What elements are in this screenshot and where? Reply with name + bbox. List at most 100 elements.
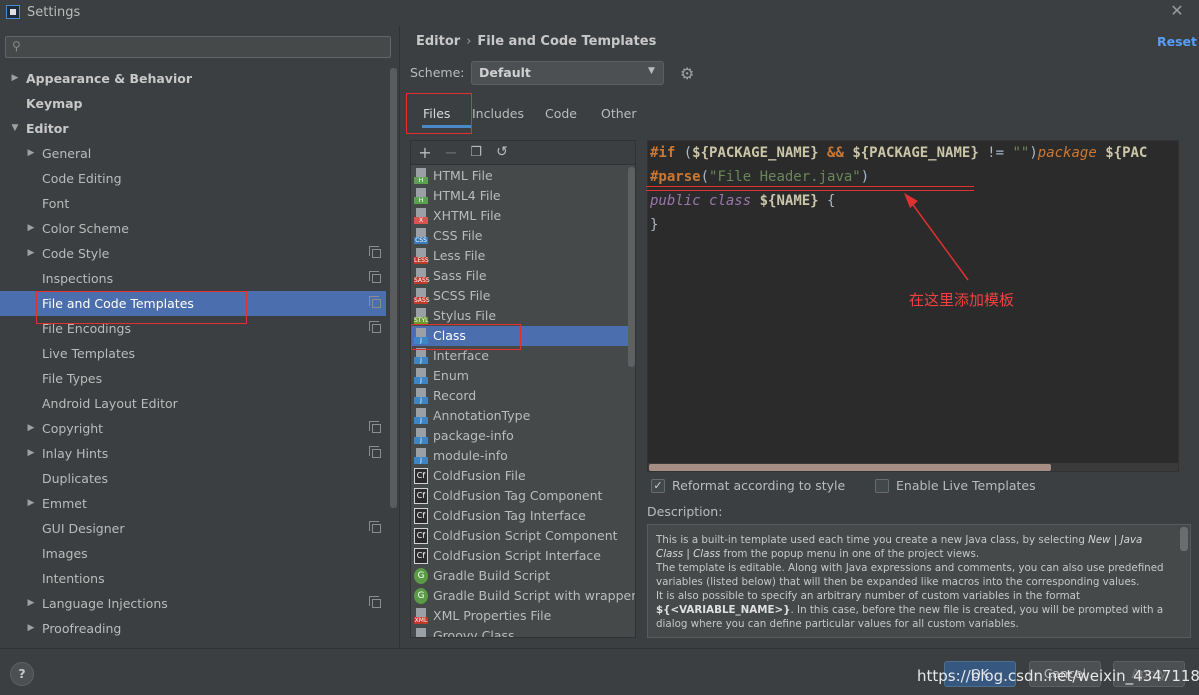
template-item-sass-file[interactable]: SASS Sass File [411, 266, 635, 286]
template-item-class[interactable]: J Class [411, 326, 635, 346]
live-templates-checkbox-label: Enable Live Templates [896, 478, 1036, 493]
template-list-scrollbar[interactable] [628, 167, 635, 367]
template-item-xhtml-file[interactable]: X XHTML File [411, 206, 635, 226]
sidebar-item-editor[interactable]: ▼ Editor [0, 116, 386, 141]
template-item-enum[interactable]: J Enum [411, 366, 635, 386]
sidebar-item-language-injections[interactable]: ▶ Language Injections [0, 591, 386, 616]
project-scope-icon [369, 446, 381, 458]
template-item-coldfusion-tag-interface[interactable]: Cf ColdFusion Tag Interface [411, 506, 635, 526]
description-scrollbar[interactable] [1180, 527, 1188, 551]
settings-sidebar: ⚲ ▶ Appearance & Behavior Keymap ▼ Editor ▶ Ge… [0, 26, 400, 648]
sidebar-item-color-scheme[interactable]: ▶ Color Scheme [0, 216, 386, 241]
template-item-module-info[interactable]: Jmodule-info [411, 446, 635, 466]
sidebar-item-live-templates[interactable]: Live Templates [0, 341, 386, 366]
settings-search-box[interactable]: ⚲ [5, 36, 391, 58]
template-item-css-file[interactable]: CSS CSS File [411, 226, 635, 246]
sidebar-item-file-types[interactable]: File Types [0, 366, 386, 391]
template-list-toolbar: + − ❐ ↺ [411, 141, 635, 165]
sidebar-item-keymap[interactable]: Keymap [0, 91, 386, 116]
description-label: Description: [647, 504, 723, 519]
sidebar-item-code-editing[interactable]: Code Editing [0, 166, 386, 191]
less-file-icon: LESS [414, 248, 429, 264]
reset-button[interactable]: Reset [1157, 34, 1197, 49]
expand-right-icon[interactable]: ▶ [26, 616, 36, 641]
sidebar-item-gui-designer[interactable]: GUI Designer [0, 516, 386, 541]
code-line-1: #if (${PACKAGE_NAME} && ${PACKAGE_NAME} … [650, 145, 1148, 161]
project-scope-icon [369, 421, 381, 433]
template-item-coldfusion-script-component[interactable]: Cf ColdFusion Script Component [411, 526, 635, 546]
sidebar-item-inspections[interactable]: Inspections [0, 266, 386, 291]
expand-right-icon[interactable]: ▶ [26, 441, 36, 466]
reformat-checkbox-box[interactable]: ✓ [651, 479, 665, 493]
sidebar-item-images[interactable]: Images [0, 541, 386, 566]
copy-icon[interactable]: ❐ [468, 145, 484, 160]
sidebar-item-label: General [42, 146, 92, 161]
sidebar-item-label: Appearance & Behavior [26, 71, 192, 86]
template-item-groovy-class[interactable]: G Groovy Class [411, 626, 635, 637]
template-item-gradle-build-script-with-wrapper[interactable]: G Gradle Build Script with wrapper [411, 586, 635, 606]
template-item-stylus-file[interactable]: STYL Stylus File [411, 306, 635, 326]
project-scope-icon [369, 271, 381, 283]
expand-right-icon[interactable]: ▶ [10, 66, 20, 91]
template-item-package-info[interactable]: Jpackage-info [411, 426, 635, 446]
tab-includes[interactable]: Includes [472, 106, 524, 121]
sidebar-item-inlay-hints[interactable]: ▶ Inlay Hints [0, 441, 386, 466]
gear-icon[interactable]: ⚙ [680, 64, 694, 83]
template-item-annotationtype[interactable]: J AnnotationType [411, 406, 635, 426]
sidebar-item-duplicates[interactable]: Duplicates [0, 466, 386, 491]
template-item-scss-file[interactable]: SASS SCSS File [411, 286, 635, 306]
expand-right-icon[interactable]: ▶ [26, 416, 36, 441]
expand-down-icon[interactable]: ▼ [10, 116, 20, 141]
sidebar-item-file-and-code-templates[interactable]: File and Code Templates [0, 291, 386, 316]
coldfusion-file-icon: Cf [414, 548, 428, 564]
template-item-coldfusion-script-interface[interactable]: Cf ColdFusion Script Interface [411, 546, 635, 566]
intellij-app-icon [6, 5, 20, 19]
sidebar-item-file-encodings[interactable]: File Encodings [0, 316, 386, 341]
sidebar-item-emmet[interactable]: ▶ Emmet [0, 491, 386, 516]
template-item-label: Stylus File [433, 308, 497, 323]
sidebar-item-label: Keymap [26, 96, 83, 111]
editor-horizontal-scrollbar[interactable] [649, 464, 1051, 471]
template-item-label: ColdFusion Tag Component [433, 488, 603, 503]
template-item-label: CSS File [433, 228, 483, 243]
template-item-record[interactable]: J Record [411, 386, 635, 406]
expand-right-icon[interactable]: ▶ [26, 141, 36, 166]
expand-right-icon[interactable]: ▶ [26, 591, 36, 616]
template-item-coldfusion-tag-component[interactable]: Cf ColdFusion Tag Component [411, 486, 635, 506]
sidebar-item-font[interactable]: Font [0, 191, 386, 216]
template-item-coldfusion-file[interactable]: Cf ColdFusion File [411, 466, 635, 486]
tab-files[interactable]: Files [423, 106, 450, 121]
sidebar-item-label: Proofreading [42, 621, 122, 636]
tab-code[interactable]: Code [545, 106, 577, 121]
sidebar-item-label: File Types [42, 371, 103, 386]
template-item-html-file[interactable]: H HTML File [411, 166, 635, 186]
sidebar-item-proofreading[interactable]: ▶ Proofreading [0, 616, 386, 641]
sidebar-item-android-layout-editor[interactable]: Android Layout Editor [0, 391, 386, 416]
template-item-xml-properties-file[interactable]: XML XML Properties File [411, 606, 635, 626]
sidebar-item-code-style[interactable]: ▶ Code Style [0, 241, 386, 266]
template-item-interface[interactable]: J Interface [411, 346, 635, 366]
expand-right-icon[interactable]: ▶ [26, 241, 36, 266]
sidebar-item-appearance-behavior[interactable]: ▶ Appearance & Behavior [0, 66, 386, 91]
sidebar-item-intentions[interactable]: Intentions [0, 566, 386, 591]
sass-file-icon: SASS [414, 268, 430, 284]
sidebar-item-general[interactable]: ▶ General [0, 141, 386, 166]
stylus-file-icon: STYL [414, 308, 428, 324]
sidebar-item-copyright[interactable]: ▶ Copyright [0, 416, 386, 441]
help-button[interactable]: ? [10, 662, 34, 686]
tab-other[interactable]: Other [601, 106, 637, 121]
sidebar-scrollbar[interactable] [390, 68, 397, 508]
add-icon[interactable]: + [417, 143, 433, 162]
scheme-dropdown[interactable]: Default ▼ [471, 61, 664, 85]
template-item-less-file[interactable]: LESS Less File [411, 246, 635, 266]
close-icon[interactable]: ✕ [1168, 2, 1186, 20]
template-item-gradle-build-script[interactable]: G Gradle Build Script [411, 566, 635, 586]
sidebar-item-label: File Encodings [42, 321, 132, 336]
reset-to-default-icon[interactable]: ↺ [494, 144, 510, 160]
live-templates-checkbox-box[interactable] [875, 479, 889, 493]
expand-right-icon[interactable]: ▶ [26, 216, 36, 241]
remove-icon[interactable]: − [443, 143, 459, 162]
expand-right-icon[interactable]: ▶ [26, 491, 36, 516]
template-item-html4-file[interactable]: H HTML4 File [411, 186, 635, 206]
settings-search-input[interactable] [30, 38, 385, 56]
